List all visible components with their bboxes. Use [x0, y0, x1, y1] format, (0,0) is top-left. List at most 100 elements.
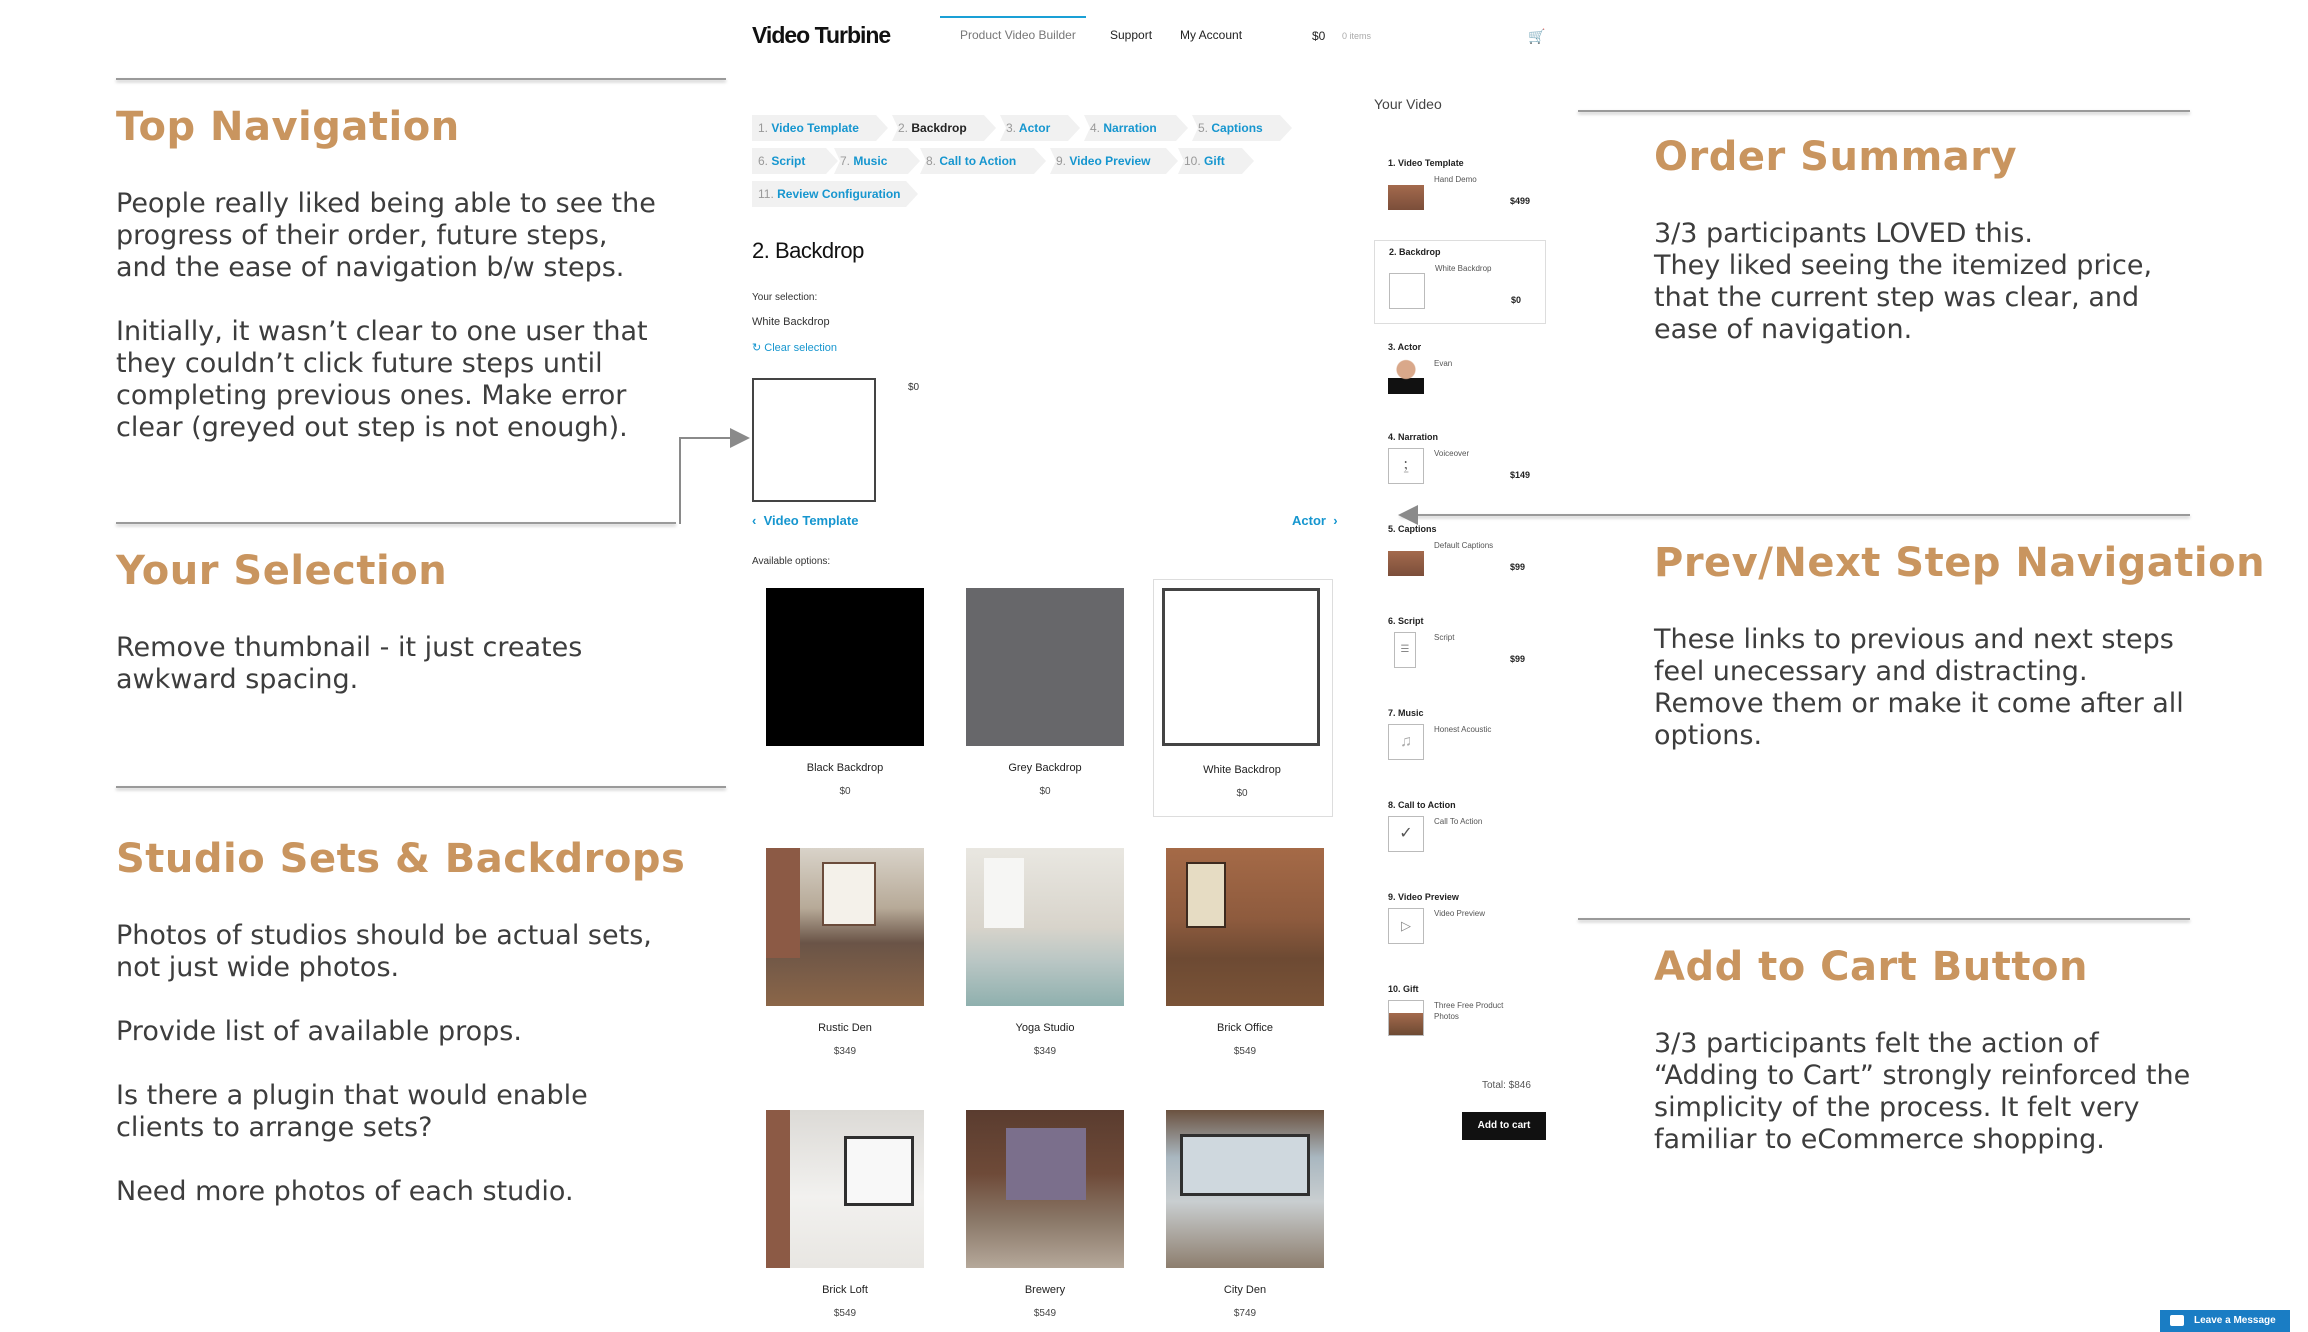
cart-total[interactable]: $0 [1312, 29, 1325, 43]
sidebar-item-price: $149 [1510, 470, 1531, 480]
option-brick-loft[interactable]: Brick Loft $549 [752, 1100, 926, 1332]
step-3-actor[interactable]: 3. Actor [1000, 115, 1080, 141]
sidebar-item-title: 2. Backdrop [1389, 247, 1441, 257]
sidebar-item-captions[interactable]: 5. Captions Default Captions $99 [1374, 518, 1546, 602]
option-price: $0 [1039, 786, 1051, 797]
option-name: Brick Office [1216, 1022, 1274, 1034]
sidebar-item-name: Script [1434, 633, 1455, 642]
sidebar-item-actor[interactable]: 3. Actor Evan [1374, 336, 1546, 420]
selection-price: $0 [908, 382, 920, 393]
sidebar-item-name: Default Captions [1434, 541, 1494, 550]
step-4-narration[interactable]: 4. Narration [1084, 115, 1188, 141]
step-1-video-template[interactable]: 1. Video Template [752, 115, 888, 141]
step-9-video-preview[interactable]: 9. Video Preview [1050, 148, 1178, 174]
step-5-captions[interactable]: 5. Captions [1192, 115, 1292, 141]
leave-message-button[interactable]: Leave a Message [2160, 1310, 2290, 1332]
step-10-gift[interactable]: 10. Gift [1178, 148, 1254, 174]
option-brick-office[interactable]: Brick Office $549 [1152, 838, 1326, 1074]
brick-wall-shape [766, 1110, 790, 1268]
option-photo [766, 1110, 924, 1268]
logo[interactable]: Video Turbine [752, 22, 891, 49]
document-icon: ☰ [1394, 632, 1416, 668]
brick-wall-shape [766, 848, 800, 958]
add-to-cart-button[interactable]: Add to cart [1462, 1112, 1546, 1140]
option-price: $549 [1233, 1046, 1257, 1057]
option-price: $349 [1033, 1046, 1057, 1057]
leave-message-label: Leave a Message [2194, 1315, 2276, 1326]
option-white-backdrop[interactable]: White Backdrop $0 [1153, 579, 1333, 817]
step-2-backdrop[interactable]: 2. Backdrop [892, 115, 996, 141]
step-label: Narration [1103, 121, 1157, 135]
option-photo [1166, 1110, 1324, 1268]
captions-thumbnail [1388, 540, 1424, 576]
prev-step-link[interactable]: ‹ Video Template [752, 513, 858, 528]
sidebar-item-gift[interactable]: 10. Gift Three Free Product Photos [1374, 978, 1546, 1062]
option-price: $349 [833, 1046, 857, 1057]
music-note-icon: ♫ [1388, 724, 1424, 760]
sidebar-item-title: 8. Call to Action [1388, 800, 1456, 810]
step-11-review-configuration[interactable]: 11. Review Configuration [752, 181, 918, 207]
sidebar-item-title: 7. Music [1388, 708, 1424, 718]
option-photo [966, 848, 1124, 1006]
step-7-music[interactable]: 7. Music [834, 148, 920, 174]
option-brewery[interactable]: Brewery $549 [952, 1100, 1126, 1332]
nav-my-account[interactable]: My Account [1180, 28, 1242, 42]
sidebar-item-title: 4. Narration [1388, 432, 1439, 442]
actor-avatar [1388, 358, 1424, 394]
step-label: Gift [1204, 154, 1225, 168]
sidebar-item-name: Video Preview [1434, 909, 1485, 918]
available-options-label: Available options: [752, 556, 831, 567]
option-yoga-studio[interactable]: Yoga Studio $349 [952, 838, 1126, 1074]
clear-selection-link[interactable]: ↻ Clear selection [752, 341, 837, 354]
sidebar-item-title: 9. Video Preview [1388, 892, 1459, 902]
window-shape [844, 1136, 914, 1206]
cart-icon[interactable]: 🛒 [1528, 28, 1545, 45]
sidebar-item-name: Call To Action [1434, 817, 1483, 826]
sidebar-item-script[interactable]: 6. Script ☰ Script $99 [1374, 610, 1546, 694]
option-photo [966, 1110, 1124, 1268]
step-6-script[interactable]: 6. Script [752, 148, 838, 174]
door-shape [1006, 1128, 1086, 1200]
option-price: $549 [1033, 1308, 1057, 1319]
chevron-right-icon: › [1333, 513, 1338, 528]
window-shape [822, 862, 876, 926]
option-name: White Backdrop [1203, 764, 1281, 776]
window-shape [1180, 1134, 1310, 1196]
step-num: 8. [926, 154, 937, 168]
sidebar-item-music[interactable]: 7. Music ♫ Honest Acoustic [1374, 702, 1546, 786]
sidebar-item-video-preview[interactable]: 9. Video Preview ▷ Video Preview [1374, 886, 1546, 970]
sidebar-item-backdrop[interactable]: 2. Backdrop White Backdrop $0 [1374, 240, 1546, 324]
option-city-den[interactable]: City Den $749 [1152, 1100, 1326, 1332]
sidebar-item-title: 6. Script [1388, 616, 1424, 626]
option-price: $749 [1233, 1308, 1257, 1319]
step-8-call-to-action[interactable]: 8. Call to Action [920, 148, 1046, 174]
window-shape [1186, 862, 1226, 928]
window-shape [984, 858, 1024, 928]
nav-support[interactable]: Support [1110, 28, 1152, 42]
step-num: 4. [1090, 121, 1101, 135]
sidebar-item-title: 3. Actor [1388, 342, 1422, 352]
sidebar-item-call-to-action[interactable]: 8. Call to Action ✓ Call To Action [1374, 794, 1546, 878]
next-step-label: Actor [1292, 513, 1326, 528]
sidebar-item-title: 5. Captions [1388, 524, 1437, 534]
sidebar-item-narration[interactable]: 4. Narration ⍮ Voiceover $149 [1374, 426, 1546, 510]
option-thumbnail [966, 588, 1124, 746]
refresh-icon: ↻ [752, 342, 762, 354]
option-name: City Den [1223, 1284, 1267, 1296]
nav-product-video-builder[interactable]: Product Video Builder [960, 28, 1076, 42]
next-step-link[interactable]: Actor › [1292, 513, 1338, 528]
step-num: 6. [758, 154, 769, 168]
option-rustic-den[interactable]: Rustic Den $349 [752, 838, 926, 1074]
sidebar-item-video-template[interactable]: 1. Video Template Hand Demo $499 [1374, 152, 1546, 236]
option-black-backdrop[interactable]: Black Backdrop $0 [752, 578, 926, 814]
order-total: Total: $846 [1482, 1080, 1531, 1091]
step-label: Script [771, 154, 806, 168]
step-label: Music [853, 154, 888, 168]
microphone-icon: ⍮ [1388, 448, 1424, 484]
sidebar-item-name: Hand Demo [1434, 175, 1477, 184]
step-label: Captions [1211, 121, 1263, 135]
option-grey-backdrop[interactable]: Grey Backdrop $0 [952, 578, 1126, 814]
step-num: 5. [1198, 121, 1209, 135]
step-num: 10. [1184, 154, 1201, 168]
step-num: 2. [898, 121, 909, 135]
